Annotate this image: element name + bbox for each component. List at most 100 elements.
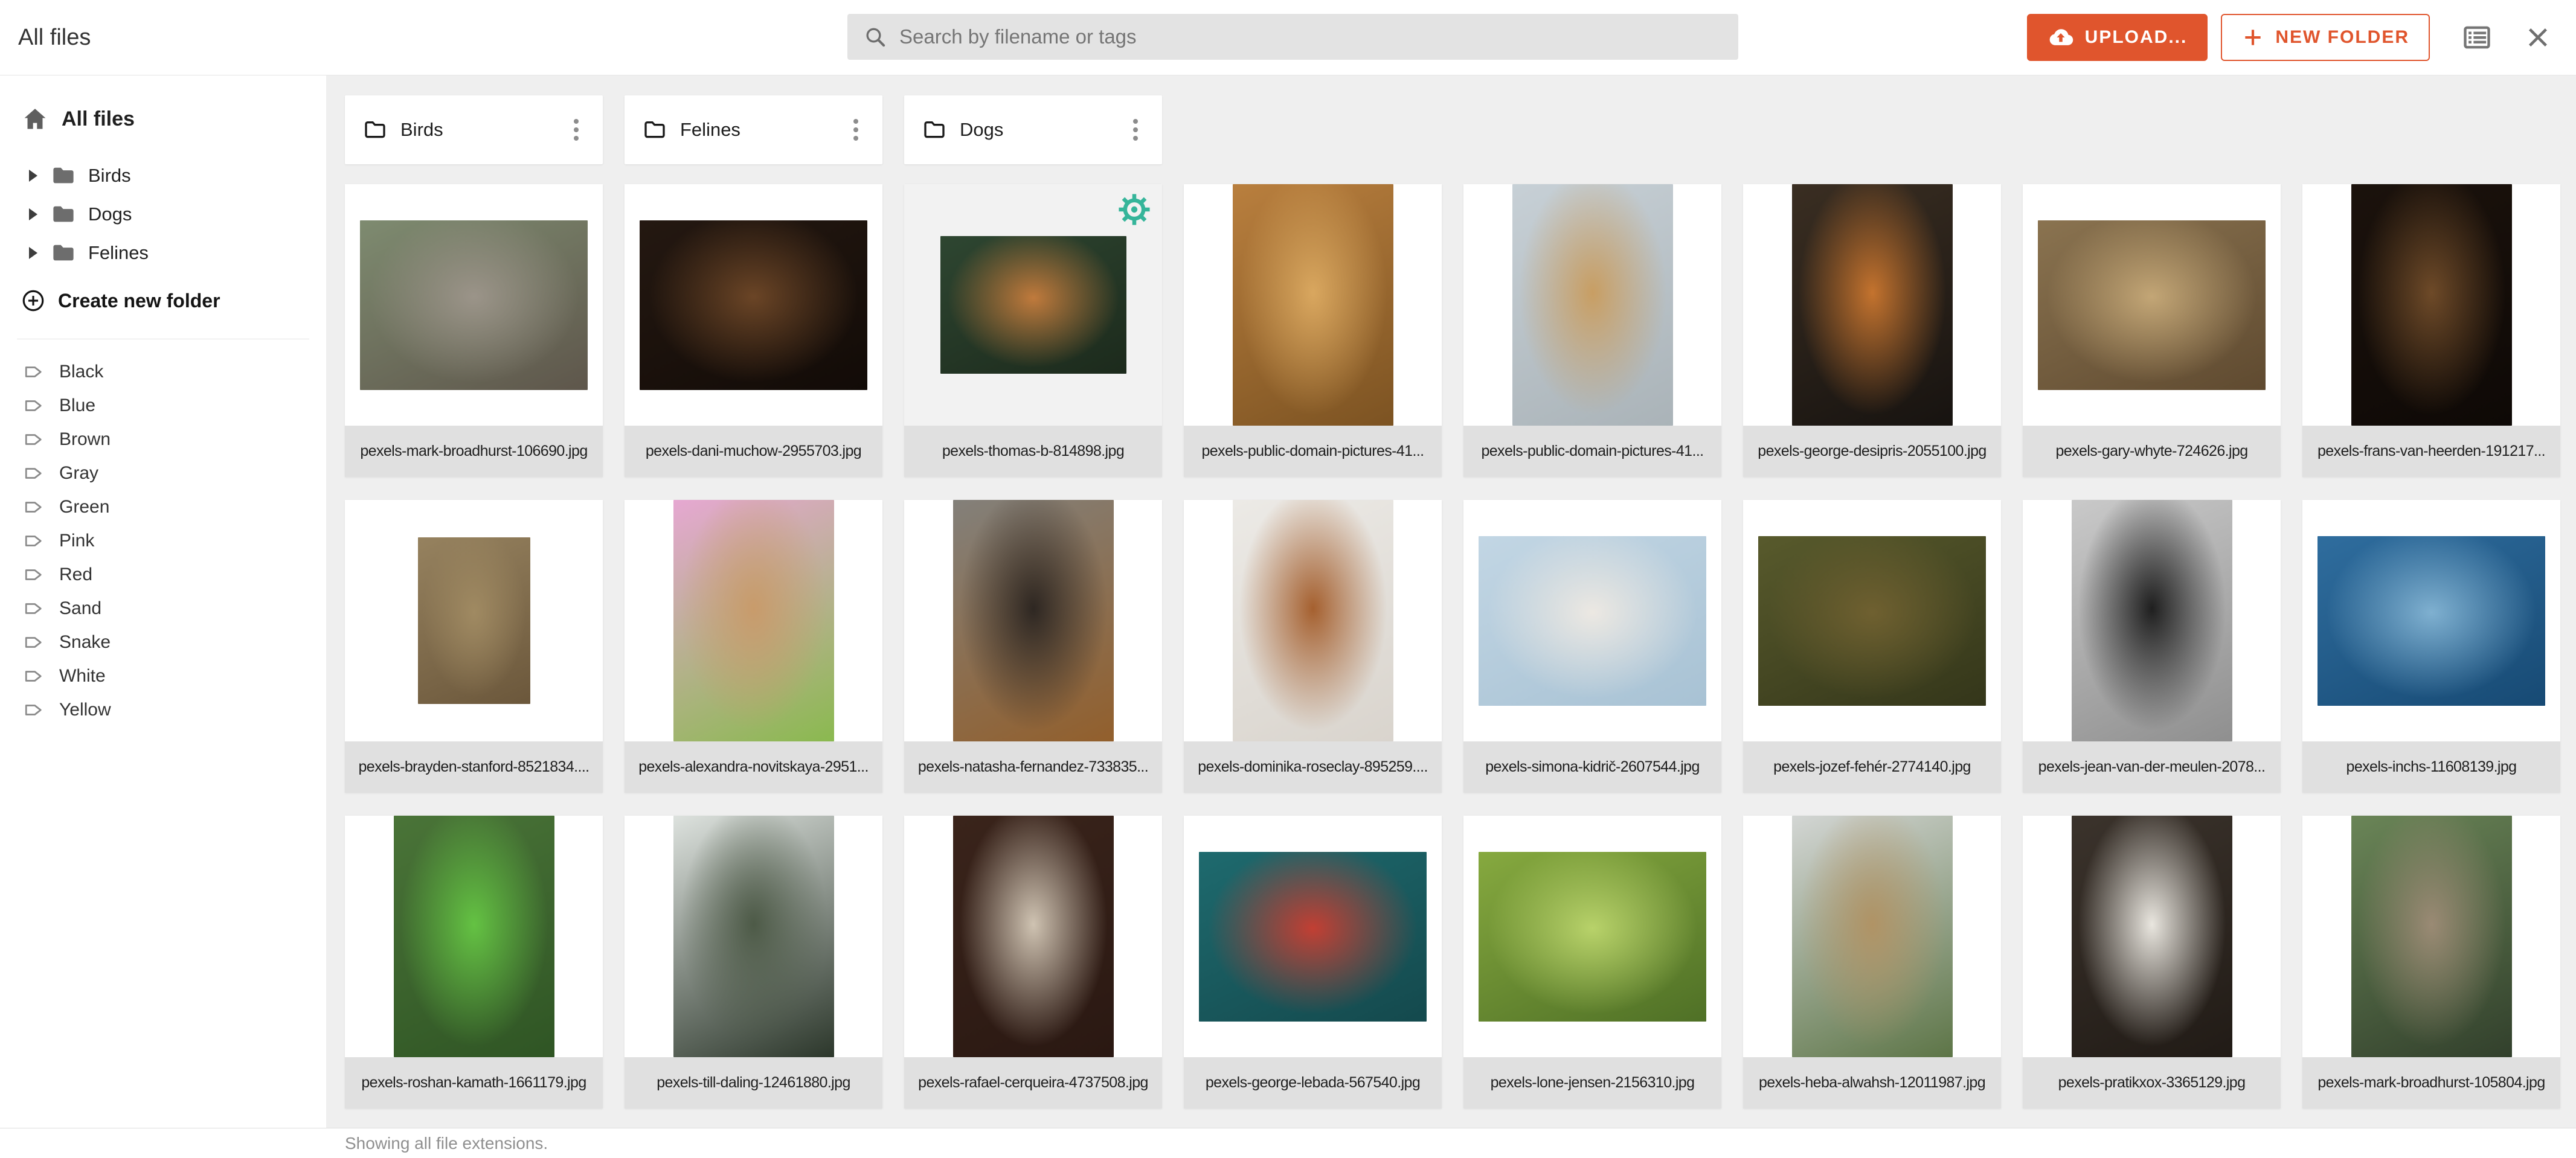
upload-button-label: UPLOAD... [2085,27,2188,48]
list-view-icon [2461,22,2493,53]
file-card[interactable]: pexels-pratikxox-3365129.jpg [2023,816,2281,1108]
sidebar-tag-item[interactable]: White [0,659,326,693]
tag-icon [23,496,45,518]
create-new-folder-button[interactable]: Create new folder [0,288,326,313]
file-card[interactable]: pexels-gary-whyte-724626.jpg [2023,184,2281,477]
file-card[interactable]: pexels-natasha-fernandez-733835... [904,500,1162,793]
thumbnail-area [1184,184,1442,426]
file-card[interactable]: pexels-frans-van-heerden-191217... [2302,184,2560,477]
upload-button[interactable]: UPLOAD... [2027,14,2208,61]
tag-label: Yellow [59,700,111,720]
sidebar-tag-item[interactable]: Green [0,490,326,524]
sidebar-tag-item[interactable]: Pink [0,524,326,558]
sidebar-tag-item[interactable]: Red [0,558,326,592]
sidebar-tag-item[interactable]: Blue [0,389,326,423]
file-name: pexels-thomas-b-814898.jpg [904,426,1162,477]
close-button[interactable] [2524,24,2552,51]
file-card[interactable]: pexels-jozef-fehér-2774140.jpg [1743,500,2001,793]
cloud-upload-icon [2048,24,2074,51]
file-card[interactable]: pexels-public-domain-pictures-41... [1463,184,1721,477]
file-name: pexels-till-daling-12461880.jpg [625,1057,882,1108]
folder-card[interactable]: Felines [625,95,882,164]
gear-button[interactable] [1119,194,1150,225]
sidebar-tag-item[interactable]: Gray [0,456,326,490]
new-folder-button-label: NEW FOLDER [2275,27,2409,48]
page-title: All files [18,25,91,51]
thumbnail-area [345,816,603,1057]
sidebar-tag-item[interactable]: Black [0,355,326,389]
create-new-folder-label: Create new folder [58,290,220,312]
thumbnail-area [2302,816,2560,1057]
sidebar-tag-item[interactable]: Brown [0,423,326,456]
thumbnail [1233,184,1393,426]
file-card[interactable]: pexels-rafael-cerqueira-4737508.jpg [904,816,1162,1108]
file-name: pexels-jozef-fehér-2774140.jpg [1743,741,2001,793]
tag-label: Sand [59,598,101,619]
file-card[interactable]: pexels-simona-kidrič-2607544.jpg [1463,500,1721,793]
file-card[interactable]: pexels-inchs-11608139.jpg [2302,500,2560,793]
all-files-label: All files [62,107,135,131]
kebab-menu-icon[interactable] [1123,115,1148,144]
thumbnail [953,816,1114,1057]
folder-icon [51,163,76,188]
thumbnail [1512,184,1673,426]
file-card[interactable]: pexels-till-daling-12461880.jpg [625,816,882,1108]
file-card[interactable]: pexels-alexandra-novitskaya-2951... [625,500,882,793]
search-input[interactable] [898,25,1723,49]
file-name: pexels-brayden-stanford-8521834.... [345,741,603,793]
thumbnail [2072,816,2232,1057]
file-card[interactable]: pexels-roshan-kamath-1661179.jpg [345,816,603,1108]
caret-right-icon[interactable] [29,170,39,182]
thumbnail [1479,852,1706,1022]
plus-icon [2241,26,2264,49]
file-name: pexels-george-lebada-567540.jpg [1184,1057,1442,1108]
list-view-toggle-button[interactable] [2461,22,2493,53]
thumbnail-area [1743,500,2001,741]
file-card[interactable]: pexels-heba-alwahsh-12011987.jpg [1743,816,2001,1108]
caret-right-icon[interactable] [29,208,39,220]
thumbnail-area [1743,816,2001,1057]
sidebar-folder-item[interactable]: Dogs [0,195,326,234]
caret-right-icon[interactable] [29,247,39,259]
thumbnail-area [345,500,603,741]
tag-icon [23,632,45,653]
file-card[interactable]: pexels-dominika-roseclay-895259.... [1184,500,1442,793]
sidebar-folder-item[interactable]: Birds [0,156,326,195]
tag-icon [23,598,45,619]
search-bar[interactable] [847,14,1738,60]
thumbnail [673,500,834,741]
file-card[interactable]: pexels-brayden-stanford-8521834.... [345,500,603,793]
file-card[interactable]: pexels-mark-broadhurst-106690.jpg [345,184,603,477]
file-card[interactable]: pexels-jean-van-der-meulen-2078... [2023,500,2281,793]
file-card[interactable]: pexels-george-lebada-567540.jpg [1184,816,1442,1108]
sidebar-folder-item[interactable]: Felines [0,234,326,272]
folder-card[interactable]: Dogs [904,95,1162,164]
file-card[interactable]: pexels-public-domain-pictures-41... [1184,184,1442,477]
kebab-menu-icon[interactable] [844,115,868,144]
sidebar-folder-label: Dogs [88,203,132,225]
new-folder-button[interactable]: NEW FOLDER [2221,14,2430,61]
sidebar-tag-item[interactable]: Sand [0,592,326,625]
file-name: pexels-gary-whyte-724626.jpg [2023,426,2281,477]
sidebar-item-all-files[interactable]: All files [0,106,326,132]
file-card[interactable]: pexels-lone-jensen-2156310.jpg [1463,816,1721,1108]
tag-list: Black Blue Brown [0,355,326,727]
file-card[interactable]: pexels-george-desipris-2055100.jpg [1743,184,2001,477]
tag-label: Black [59,362,103,382]
folder-card[interactable]: Birds [345,95,603,164]
file-name: pexels-roshan-kamath-1661179.jpg [345,1057,603,1108]
sidebar-tag-item[interactable]: Snake [0,625,326,659]
file-card[interactable]: pexels-mark-broadhurst-105804.jpg [2302,816,2560,1108]
kebab-menu-icon[interactable] [564,115,588,144]
file-name: pexels-jean-van-der-meulen-2078... [2023,741,2281,793]
content-area: Birds Felines [326,75,2576,1128]
sidebar-folder-label: Felines [88,242,149,264]
sidebar-tag-item[interactable]: Yellow [0,693,326,727]
file-name: pexels-alexandra-novitskaya-2951... [625,741,882,793]
tag-label: Blue [59,395,95,416]
file-card[interactable]: pexels-thomas-b-814898.jpg [904,184,1162,477]
tag-label: Green [59,497,109,517]
folder-icon [51,202,76,227]
thumbnail [640,220,867,390]
file-card[interactable]: pexels-dani-muchow-2955703.jpg [625,184,882,477]
